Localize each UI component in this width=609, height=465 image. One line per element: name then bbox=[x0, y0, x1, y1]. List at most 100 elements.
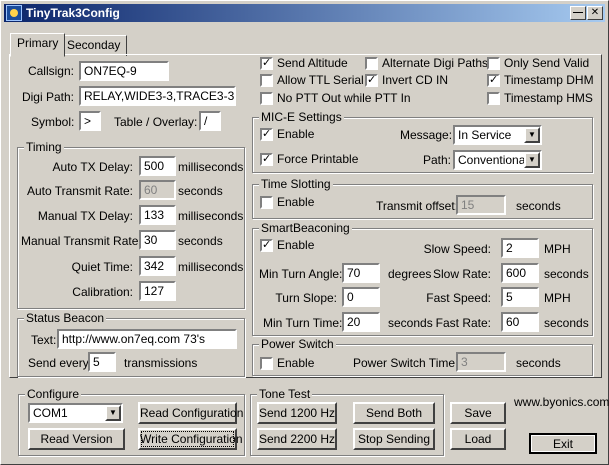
time-slotting-enable-checkbox[interactable] bbox=[260, 196, 273, 209]
invert-cd-checkbox[interactable] bbox=[365, 73, 378, 87]
smartbeaconing-title: SmartBeaconing bbox=[259, 221, 352, 235]
slow-speed-input[interactable]: 2 bbox=[501, 238, 539, 258]
digi-path-label: Digi Path: bbox=[21, 90, 74, 104]
calibration-input[interactable]: 127 bbox=[139, 281, 176, 301]
timestamp-dhm-checkbox[interactable] bbox=[487, 73, 500, 87]
digi-path-input[interactable]: RELAY,WIDE3-3,TRACE3-3 bbox=[79, 86, 236, 106]
manual-rate-input[interactable]: 30 bbox=[139, 230, 176, 250]
send-both-button[interactable]: Send Both bbox=[353, 402, 435, 424]
minimize-button[interactable]: — bbox=[570, 6, 586, 20]
power-switch-time-label: Power Switch Time: bbox=[353, 356, 459, 370]
status-beacon-title: Status Beacon bbox=[24, 311, 107, 325]
power-switch-title: Power Switch bbox=[259, 337, 336, 351]
quiet-time-input[interactable]: 342 bbox=[139, 256, 176, 276]
fast-speed-input[interactable]: 5 bbox=[501, 287, 539, 307]
tab-primary-label: Primary bbox=[17, 36, 59, 50]
manual-rate-label: Manual Transmit Rate: bbox=[21, 234, 142, 248]
callsign-input[interactable]: ON7EQ-9 bbox=[79, 61, 169, 81]
mice-enable-checkbox[interactable] bbox=[260, 127, 273, 141]
send-every-label: Send every: bbox=[28, 356, 93, 370]
exit-button[interactable]: Exit bbox=[529, 433, 597, 454]
auto-rate-input[interactable]: 60 bbox=[139, 180, 176, 200]
port-value: COM1 bbox=[33, 406, 68, 420]
time-slotting-title: Time Slotting bbox=[259, 177, 333, 191]
status-text-input[interactable]: http://www.on7eq.com 73's bbox=[57, 329, 237, 349]
timestamp-hms-checkbox[interactable] bbox=[487, 92, 500, 105]
window-title: TinyTrak3Config bbox=[26, 6, 120, 20]
manual-tx-delay-unit: milliseconds bbox=[178, 209, 244, 223]
tab-seconday[interactable]: Seconday bbox=[60, 35, 128, 56]
tone-test-title: Tone Test bbox=[257, 387, 313, 401]
table-overlay-label: Table / Overlay: bbox=[114, 115, 198, 129]
read-version-button[interactable]: Read Version bbox=[28, 428, 125, 450]
smartbeaconing-enable-label: Enable bbox=[277, 238, 315, 252]
send-altitude-checkbox[interactable] bbox=[260, 56, 273, 70]
force-printable-label: Force Printable bbox=[277, 152, 359, 166]
smartbeaconing-enable-checkbox[interactable] bbox=[260, 238, 273, 252]
callsign-label: Callsign: bbox=[27, 64, 74, 78]
turn-slope-label: Turn Slope: bbox=[275, 291, 337, 305]
port-select[interactable]: COM1 ▼ bbox=[28, 403, 123, 423]
fast-rate-label: Fast Rate: bbox=[435, 316, 491, 330]
app-icon bbox=[6, 5, 22, 21]
fast-speed-unit: MPH bbox=[544, 291, 571, 305]
website-label: www.byonics.com bbox=[514, 395, 609, 409]
mice-title: MIC-E Settings bbox=[259, 110, 344, 124]
read-configuration-button[interactable]: Read Configuration bbox=[138, 402, 243, 424]
transmit-offset-label: Transmit offset: bbox=[376, 199, 459, 213]
main-window: TinyTrak3Config — ✕ Primary Seconday Cal… bbox=[0, 0, 609, 465]
chevron-down-icon[interactable]: ▼ bbox=[524, 152, 540, 168]
chevron-down-icon[interactable]: ▼ bbox=[524, 127, 540, 143]
symbol-input[interactable]: > bbox=[79, 111, 101, 131]
send-every-unit: transmissions bbox=[124, 356, 198, 370]
alternate-digi-checkbox[interactable] bbox=[365, 57, 378, 70]
turn-slope-input[interactable]: 0 bbox=[342, 287, 380, 307]
mice-path-value: Conventional bbox=[458, 153, 529, 167]
force-printable-checkbox[interactable] bbox=[260, 152, 273, 166]
stop-sending-button[interactable]: Stop Sending bbox=[353, 428, 435, 450]
power-switch-time-input[interactable]: 3 bbox=[456, 352, 506, 372]
send-every-input[interactable]: 5 bbox=[88, 352, 116, 372]
min-turn-time-label: Min Turn Time: bbox=[263, 316, 343, 330]
table-overlay-input[interactable]: / bbox=[199, 111, 221, 131]
allow-ttl-checkbox[interactable] bbox=[260, 74, 273, 87]
manual-tx-delay-input[interactable]: 133 bbox=[139, 205, 176, 225]
mice-message-select[interactable]: In Service ▼ bbox=[453, 125, 542, 145]
invert-cd-label: Invert CD IN bbox=[382, 73, 449, 87]
load-button[interactable]: Load bbox=[450, 428, 506, 450]
mice-message-label: Message: bbox=[400, 128, 453, 142]
allow-ttl-label: Allow TTL Serial bbox=[277, 73, 364, 87]
fast-rate-input[interactable]: 60 bbox=[501, 312, 539, 332]
configure-title: Configure bbox=[25, 387, 82, 401]
auto-tx-delay-label: Auto TX Delay: bbox=[52, 160, 133, 174]
mice-path-select[interactable]: Conventional ▼ bbox=[453, 150, 542, 170]
only-send-valid-checkbox[interactable] bbox=[487, 57, 500, 70]
transmit-offset-input[interactable]: 15 bbox=[456, 195, 506, 215]
slow-rate-input[interactable]: 600 bbox=[501, 263, 539, 283]
chevron-down-icon[interactable]: ▼ bbox=[105, 405, 121, 421]
mice-path-label: Path: bbox=[423, 153, 452, 167]
send-2200-button[interactable]: Send 2200 Hz bbox=[257, 428, 337, 450]
send-altitude-label: Send Altitude bbox=[277, 56, 348, 70]
auto-tx-delay-unit: milliseconds bbox=[178, 160, 244, 174]
tab-primary[interactable]: Primary bbox=[10, 33, 66, 57]
auto-tx-delay-input[interactable]: 500 bbox=[139, 156, 176, 176]
no-ptt-checkbox[interactable] bbox=[260, 92, 273, 105]
slow-speed-unit: MPH bbox=[544, 242, 571, 256]
transmit-offset-unit: seconds bbox=[516, 199, 561, 213]
alternate-digi-label: Alternate Digi Paths bbox=[382, 56, 489, 70]
timing-title: Timing bbox=[24, 140, 64, 154]
save-button[interactable]: Save bbox=[450, 402, 506, 424]
power-switch-enable-checkbox[interactable] bbox=[260, 357, 273, 370]
only-send-valid-label: Only Send Valid bbox=[504, 56, 590, 70]
send-1200-button[interactable]: Send 1200 Hz bbox=[257, 402, 337, 424]
title-bar[interactable]: TinyTrak3Config — ✕ bbox=[4, 4, 605, 22]
min-turn-angle-input[interactable]: 70 bbox=[342, 263, 380, 283]
slow-rate-unit: seconds bbox=[544, 267, 589, 281]
write-configuration-button[interactable]: Write Configuration bbox=[138, 428, 243, 450]
min-turn-time-input[interactable]: 20 bbox=[342, 312, 380, 332]
power-switch-time-unit: seconds bbox=[516, 356, 561, 370]
fast-rate-unit: seconds bbox=[544, 316, 589, 330]
close-button[interactable]: ✕ bbox=[587, 6, 603, 20]
min-turn-angle-label: Min Turn Angle: bbox=[259, 267, 343, 281]
